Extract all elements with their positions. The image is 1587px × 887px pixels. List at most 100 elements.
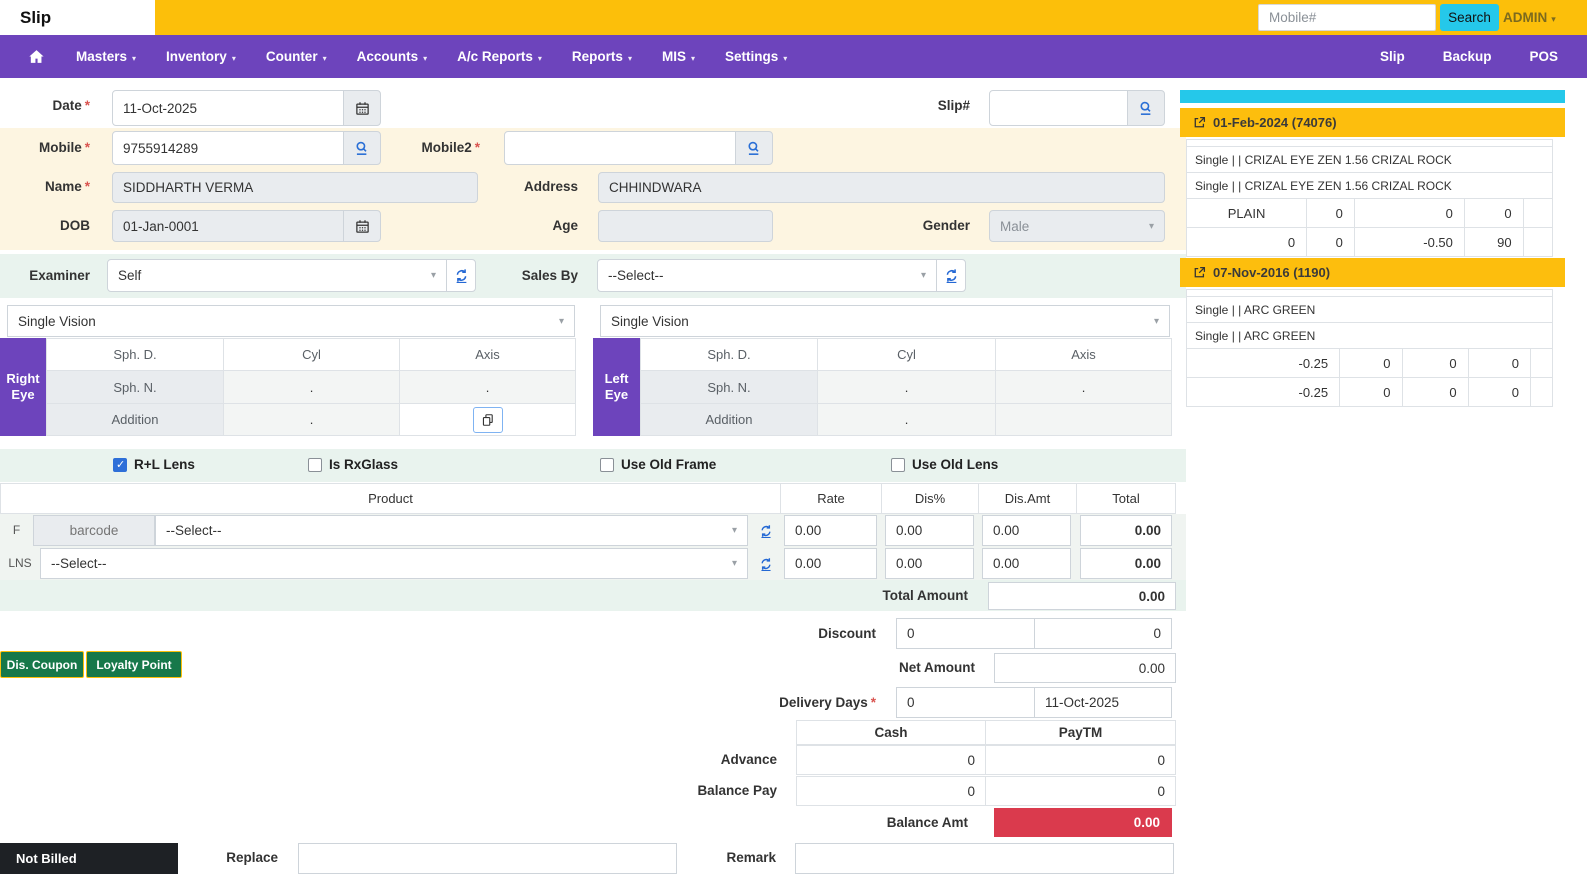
right-sphn-axis-cell[interactable]: . — [399, 370, 576, 404]
chevron-down-icon: ▾ — [1551, 14, 1556, 24]
balance-pay-paytm-input[interactable]: 0 — [985, 776, 1176, 806]
left-addition-label: Addition — [640, 403, 818, 436]
slip-search-button[interactable] — [1127, 90, 1165, 126]
admin-menu[interactable]: ADMIN ▾ — [1503, 0, 1556, 35]
discount-amt-input[interactable] — [1034, 618, 1172, 649]
is-rxglass-checkbox[interactable]: Is RxGlass — [308, 457, 398, 472]
slip-no-input[interactable] — [989, 90, 1128, 126]
nav-pos[interactable]: POS — [1510, 49, 1577, 64]
mobile2-input[interactable] — [504, 131, 736, 165]
nav-reports[interactable]: Reports▾ — [557, 49, 647, 64]
left-sphn-cyl-cell[interactable]: . — [817, 370, 996, 404]
use-old-frame-checkbox[interactable]: Use Old Frame — [600, 457, 716, 472]
frame-product-select[interactable]: --Select--▾ — [155, 515, 748, 546]
delivery-days-input[interactable] — [896, 687, 1035, 718]
frame-total-input — [1080, 515, 1172, 546]
frame-rate-input[interactable] — [784, 515, 877, 546]
nav-inventory[interactable]: Inventory▾ — [151, 49, 251, 64]
history-rx-row: 0 0 -0.50 90 — [1186, 228, 1553, 257]
chevron-down-icon: ▾ — [783, 54, 787, 63]
left-cyl-header: Cyl — [817, 338, 996, 371]
date-calendar-button[interactable] — [343, 90, 381, 126]
mobile-label: Mobile* — [0, 140, 90, 155]
frame-barcode-input[interactable] — [33, 515, 155, 546]
advance-paytm-input[interactable]: 0 — [985, 745, 1176, 775]
checkbox-icon — [308, 458, 322, 472]
date-label: Date* — [0, 98, 90, 113]
nav-mis[interactable]: MIS▾ — [647, 49, 710, 64]
history-top-bar — [1180, 90, 1565, 103]
use-old-lens-checkbox[interactable]: Use Old Lens — [891, 457, 998, 472]
age-label: Age — [488, 218, 578, 233]
lens-refresh-button[interactable] — [752, 548, 779, 579]
nav-counter[interactable]: Counter▾ — [251, 49, 342, 64]
external-link-icon — [1193, 266, 1206, 279]
chevron-down-icon: ▾ — [691, 54, 695, 63]
balance-pay-cash-input[interactable]: 0 — [796, 776, 986, 806]
chevron-down-icon: ▾ — [1154, 316, 1159, 327]
nav-masters[interactable]: Masters▾ — [61, 49, 151, 64]
admin-label: ADMIN — [1503, 10, 1547, 25]
nav-backup[interactable]: Backup — [1424, 49, 1511, 64]
sales-by-refresh-button[interactable] — [936, 259, 966, 292]
balance-amt-label: Balance Amt — [778, 815, 968, 830]
chevron-down-icon: ▾ — [732, 558, 737, 569]
history-entry-1-header[interactable]: 01-Feb-2024 (74076) — [1180, 108, 1565, 137]
search-icon — [354, 140, 370, 156]
right-vision-type-select[interactable]: Single Vision▾ — [7, 305, 575, 337]
page-title: Slip — [0, 0, 155, 35]
main-navbar: Masters▾ Inventory▾ Counter▾ Accounts▾ A… — [0, 35, 1587, 78]
advance-cash-input[interactable]: 0 — [796, 745, 986, 775]
lens-dis-amt-input[interactable] — [982, 548, 1071, 579]
mobile-search-input[interactable] — [1258, 4, 1436, 31]
frame-dis-pct-input[interactable] — [885, 515, 974, 546]
product-col-header: Product — [0, 483, 781, 514]
left-sphn-axis-cell[interactable]: . — [995, 370, 1172, 404]
remark-input[interactable] — [795, 843, 1174, 874]
frame-dis-amt-input[interactable] — [982, 515, 1071, 546]
loyalty-point-button[interactable]: Loyalty Point — [86, 651, 182, 678]
mobile2-label: Mobile2* — [390, 140, 480, 155]
left-addition-axis-cell[interactable] — [995, 403, 1172, 436]
dob-calendar-button[interactable] — [343, 210, 381, 242]
lens-rate-input[interactable] — [784, 548, 877, 579]
nav-slip[interactable]: Slip — [1361, 49, 1424, 64]
rl-lens-checkbox[interactable]: R+L Lens — [113, 457, 195, 472]
total-col-header: Total — [1076, 483, 1176, 514]
right-addition-cyl-cell[interactable]: . — [223, 403, 400, 436]
sales-by-label: Sales By — [488, 268, 578, 283]
refresh-icon — [759, 524, 773, 538]
right-sphn-cyl-cell[interactable]: . — [223, 370, 400, 404]
top-bar: Slip Search ADMIN ▾ — [0, 0, 1587, 35]
home-button[interactable] — [12, 48, 61, 65]
examiner-refresh-button[interactable] — [446, 259, 476, 292]
nav-settings[interactable]: Settings▾ — [710, 49, 802, 64]
history-entry-2-header[interactable]: 07-Nov-2016 (1190) — [1180, 258, 1565, 287]
lens-row-tag: LNS — [0, 547, 40, 579]
frame-refresh-button[interactable] — [752, 515, 779, 546]
lens-product-select[interactable]: --Select--▾ — [40, 548, 748, 579]
mobile-search-button[interactable] — [343, 131, 381, 165]
nav-ac-reports[interactable]: A/c Reports▾ — [442, 49, 557, 64]
mobile2-search-button[interactable] — [735, 131, 773, 165]
nav-accounts[interactable]: Accounts▾ — [342, 49, 443, 64]
dis-coupon-button[interactable]: Dis. Coupon — [0, 651, 84, 678]
address-label: Address — [488, 179, 578, 194]
history-rx-row: PLAIN 0 0 0 — [1186, 198, 1553, 228]
date-input[interactable] — [112, 90, 344, 126]
search-button[interactable]: Search — [1440, 4, 1499, 31]
discount-pct-input[interactable] — [896, 618, 1035, 649]
chevron-down-icon: ▾ — [559, 316, 564, 327]
examiner-label: Examiner — [0, 268, 90, 283]
net-amount-value — [994, 653, 1176, 683]
mobile-input[interactable] — [112, 131, 344, 165]
copy-prescription-button[interactable] — [473, 407, 503, 433]
left-addition-cyl-cell[interactable]: . — [817, 403, 996, 436]
left-vision-type-select[interactable]: Single Vision▾ — [600, 305, 1170, 337]
left-eye-badge: Left Eye — [593, 338, 640, 436]
examiner-select[interactable]: Self▾ — [107, 259, 447, 292]
lens-dis-pct-input[interactable] — [885, 548, 974, 579]
replace-input[interactable] — [298, 843, 677, 874]
sales-by-select[interactable]: --Select--▾ — [597, 259, 937, 292]
address-input — [598, 172, 1165, 203]
